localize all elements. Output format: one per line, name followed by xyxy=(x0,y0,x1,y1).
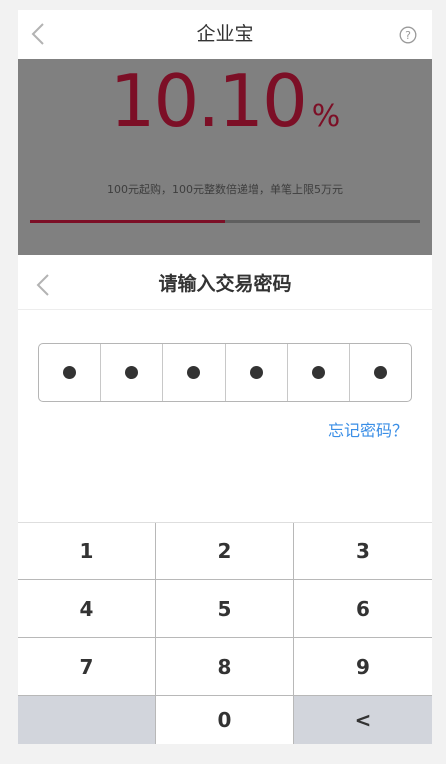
password-dot xyxy=(63,366,77,379)
annual-rate: 10.10% xyxy=(18,59,432,143)
keypad-blank-key xyxy=(18,696,156,744)
password-dialog: 请输入交易密码 忘记密码？ 1 2 3 4 5 6 7 8 9 0 < xyxy=(18,255,432,744)
question-circle-icon[interactable]: ? xyxy=(399,26,417,44)
password-dot xyxy=(125,366,139,379)
sales-progress-bar xyxy=(30,220,420,223)
keypad-key-5[interactable]: 5 xyxy=(156,580,294,638)
password-digit-cell xyxy=(226,344,288,401)
keypad-key-1[interactable]: 1 xyxy=(18,523,156,580)
password-digit-cell xyxy=(350,344,411,401)
keypad-backspace-key[interactable]: < xyxy=(294,696,432,744)
password-dot xyxy=(311,366,325,379)
rate-value: 10.10 xyxy=(109,59,308,143)
keypad-key-7[interactable]: 7 xyxy=(18,638,156,696)
password-digit-cell xyxy=(39,344,102,401)
password-dot xyxy=(249,366,263,379)
product-info-overlay: 10.10% 100元起购，100元整数倍递增，单笔上限5万元 xyxy=(18,59,432,255)
password-input[interactable] xyxy=(38,343,412,402)
password-digit-cell xyxy=(288,344,350,401)
keypad-key-2[interactable]: 2 xyxy=(156,523,294,580)
page-title: 企业宝 xyxy=(196,23,254,45)
password-dialog-title: 请输入交易密码 xyxy=(158,273,292,295)
keypad-key-3[interactable]: 3 xyxy=(294,523,432,580)
top-navigation-bar: 企业宝 ? xyxy=(18,10,432,59)
password-dot xyxy=(373,366,387,379)
rate-unit: % xyxy=(311,99,341,134)
keypad-key-8[interactable]: 8 xyxy=(156,638,294,696)
password-dialog-header: 请输入交易密码 xyxy=(18,255,432,310)
app-screen: 企业宝 ? 10.10% 100元起购，100元整数倍递增，单笔上限5万元 请输… xyxy=(18,10,432,744)
svg-text:?: ? xyxy=(405,29,411,42)
password-digit-cell xyxy=(101,344,164,401)
keypad-key-0[interactable]: 0 xyxy=(156,696,294,744)
purchase-rules-text: 100元起购，100元整数倍递增，单笔上限5万元 xyxy=(107,183,343,196)
numeric-keypad: 1 2 3 4 5 6 7 8 9 0 < xyxy=(18,522,432,744)
sales-progress-fill xyxy=(30,220,225,223)
keypad-key-9[interactable]: 9 xyxy=(294,638,432,696)
password-dot xyxy=(187,366,201,379)
forgot-password-link[interactable]: 忘记密码？ xyxy=(328,417,408,441)
keypad-key-6[interactable]: 6 xyxy=(294,580,432,638)
keypad-key-4[interactable]: 4 xyxy=(18,580,156,638)
password-digit-cell xyxy=(163,344,226,401)
